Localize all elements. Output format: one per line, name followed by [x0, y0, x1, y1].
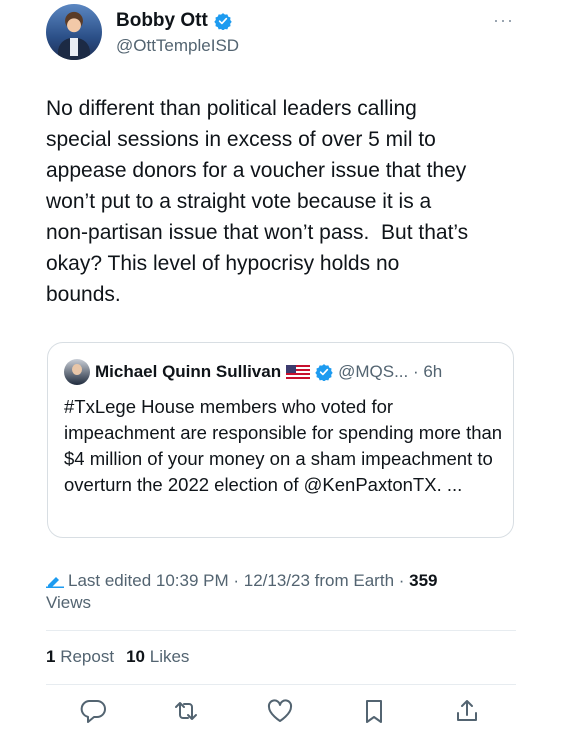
quoted-tweet[interactable]: Michael Quinn Sullivan @MQS... · 6h #TxL… — [47, 342, 514, 538]
quoted-author-avatar[interactable] — [64, 359, 90, 385]
reposts-count: 1 — [46, 647, 56, 666]
likes-stat[interactable]: 10 Likes — [126, 647, 189, 667]
divider — [46, 684, 516, 685]
us-flag-icon — [286, 365, 311, 379]
views-count: 359 — [409, 571, 438, 590]
quoted-verified-badge-icon — [315, 364, 333, 381]
likes-count: 10 — [126, 647, 145, 666]
quoted-author-name[interactable]: Michael Quinn Sullivan — [95, 362, 281, 382]
quoted-tweet-text: #TxLege House members who voted for impe… — [64, 396, 503, 495]
tweet-meta: Last edited 10:39 PM · 12/13/23 from Ear… — [46, 570, 516, 614]
tweet-text: No different than political leaders call… — [46, 97, 469, 306]
author-name-row: Bobby Ott — [116, 10, 232, 32]
author-avatar[interactable] — [46, 4, 102, 60]
like-button[interactable] — [266, 698, 294, 724]
likes-label: Likes — [149, 647, 190, 666]
repost-button[interactable] — [172, 698, 200, 724]
avatar-shirt — [70, 38, 78, 56]
tweet-header: Bobby Ott @OttTempleISD ··· — [46, 4, 562, 64]
reposts-label: Repost — [60, 647, 115, 666]
engagement-stats: 1 Repost 10 Likes — [46, 647, 189, 667]
edited-timestamp[interactable]: Last edited 10:39 PM · 12/13/23 from Ear… — [68, 571, 409, 590]
reposts-stat[interactable]: 1 Repost — [46, 647, 114, 667]
like-icon — [267, 699, 293, 722]
verified-badge-icon — [214, 13, 232, 30]
quoted-tweet-header: Michael Quinn Sullivan @MQS... · 6h — [64, 359, 442, 385]
reply-icon — [80, 700, 106, 723]
bookmark-button[interactable] — [360, 698, 388, 724]
divider — [46, 630, 516, 631]
pencil-icon — [46, 577, 64, 588]
action-bar — [0, 698, 562, 724]
author-name[interactable]: Bobby Ott — [116, 10, 208, 32]
share-icon — [457, 700, 477, 721]
more-options-icon[interactable]: ··· — [493, 10, 514, 31]
views-label: Views — [46, 593, 92, 612]
share-button[interactable] — [453, 698, 481, 724]
quoted-author-handle-time[interactable]: @MQS... · 6h — [338, 362, 442, 382]
author-handle[interactable]: @OttTempleISD — [116, 36, 239, 56]
repost-icon — [175, 702, 197, 720]
reply-button[interactable] — [79, 698, 107, 724]
bookmark-icon — [366, 700, 382, 723]
